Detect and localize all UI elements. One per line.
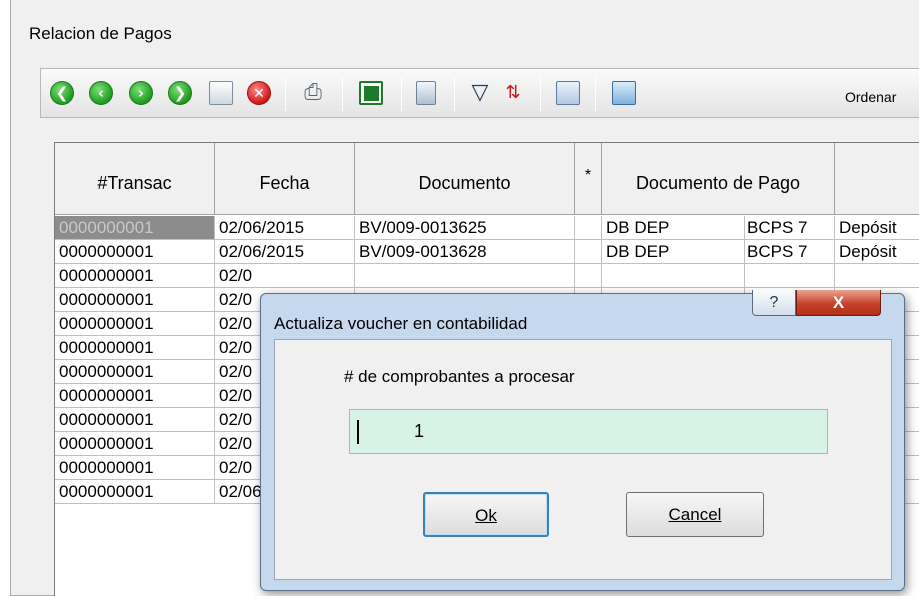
window-title: Relacion de Pagos <box>29 24 172 43</box>
cell-transac[interactable]: 0000000001 <box>55 432 215 456</box>
cell-transac[interactable]: 0000000001 <box>55 408 215 432</box>
comprobantes-input[interactable]: 1 <box>349 409 828 454</box>
cell-fecha[interactable]: 02/06/2015 <box>215 216 355 240</box>
ordenar-label[interactable]: Ordenar <box>845 89 896 105</box>
print-icon[interactable]: ⎙ <box>300 79 326 107</box>
new-document-icon[interactable] <box>209 81 233 105</box>
column-header-m[interactable]: M <box>835 143 919 215</box>
update-voucher-dialog: Actualiza voucher en contabilidad ? X # … <box>260 290 905 591</box>
toolbar-separator <box>401 77 402 111</box>
cell-doc-pago[interactable]: DB DEP <box>602 216 745 240</box>
toolbar-separator <box>454 77 455 111</box>
cell-medio[interactable]: Depósit <box>835 216 919 240</box>
cell-star[interactable] <box>575 216 602 240</box>
transfer-icon[interactable] <box>612 81 636 105</box>
cell-transac[interactable]: 0000000001 <box>55 216 215 240</box>
column-header-documento-de-pago[interactable]: Documento de Pago <box>602 143 835 215</box>
cell-transac[interactable]: 0000000001 <box>55 384 215 408</box>
close-button[interactable]: X <box>796 290 881 316</box>
sort-icon[interactable]: ⇅ <box>500 79 526 107</box>
table-row[interactable]: 0000000001 02/06/2015 BV/009-0013625 DB DEP… <box>55 216 919 240</box>
cell-documento[interactable]: BV/009-0013625 <box>355 216 575 240</box>
grid-header: #Transac Fecha Documento * Documento de … <box>55 143 919 215</box>
cell-transac[interactable]: 0000000001 <box>55 360 215 384</box>
cell-transac[interactable]: 0000000001 <box>55 264 215 288</box>
column-header-fecha[interactable]: Fecha <box>215 143 355 215</box>
cell-banco[interactable]: BCPS 7 <box>745 216 835 240</box>
cell-doc-pago[interactable]: DB DEP <box>602 240 745 264</box>
cell-fecha[interactable]: 02/0 <box>215 264 355 288</box>
cell-star[interactable] <box>575 240 602 264</box>
import-icon[interactable] <box>556 81 580 105</box>
toolbar: ❮ ‹ › ❯ ✕ ⎙ ▽ ⇅ Ordenar <box>40 68 919 118</box>
column-header-transac[interactable]: #Transac <box>55 143 215 215</box>
next-record-icon[interactable]: › <box>129 81 153 105</box>
previous-record-icon[interactable]: ‹ <box>89 81 113 105</box>
cell-fecha[interactable]: 02/06/2015 <box>215 240 355 264</box>
toolbar-separator <box>540 77 541 111</box>
toolbar-separator <box>285 77 286 111</box>
cell-documento[interactable]: BV/009-0013628 <box>355 240 575 264</box>
comprobantes-value: 1 <box>414 421 425 441</box>
ok-label: Ok <box>475 506 497 525</box>
cell-transac[interactable]: 0000000001 <box>55 288 215 312</box>
cell-transac[interactable]: 0000000001 <box>55 480 215 504</box>
cell-star[interactable] <box>575 264 602 288</box>
last-record-icon[interactable]: ❯ <box>168 81 192 105</box>
help-button[interactable]: ? <box>752 290 796 316</box>
cell-banco[interactable]: BCPS 7 <box>745 240 835 264</box>
toolbar-separator <box>595 77 596 111</box>
toolbar-separator <box>342 77 343 111</box>
cell-transac[interactable]: 0000000001 <box>55 240 215 264</box>
dialog-body: # de comprobantes a procesar 1 Ok Cancel <box>274 339 892 580</box>
cancel-button[interactable]: Cancel <box>626 492 764 537</box>
cell-medio[interactable]: Depósit <box>835 240 919 264</box>
cell-medio[interactable] <box>835 264 919 288</box>
calculator-icon[interactable] <box>416 81 436 105</box>
filter-icon[interactable]: ▽ <box>467 79 493 107</box>
ok-button[interactable]: Ok <box>423 492 549 537</box>
table-row[interactable]: 0000000001 02/0 <box>55 264 919 288</box>
delete-icon[interactable]: ✕ <box>247 81 271 105</box>
cell-banco[interactable] <box>745 264 835 288</box>
cell-documento[interactable] <box>355 264 575 288</box>
cell-transac[interactable]: 0000000001 <box>55 312 215 336</box>
cancel-label: Cancel <box>668 505 722 524</box>
excel-export-icon[interactable] <box>359 81 383 105</box>
comprobantes-label: # de comprobantes a procesar <box>344 367 575 386</box>
text-caret <box>357 420 359 444</box>
first-record-icon[interactable]: ❮ <box>50 81 74 105</box>
dialog-title: Actualiza voucher en contabilidad <box>274 314 528 333</box>
table-row[interactable]: 0000000001 02/06/2015 BV/009-0013628 DB DEP… <box>55 240 919 264</box>
column-header-star[interactable]: * <box>575 143 602 215</box>
column-header-documento[interactable]: Documento <box>355 143 575 215</box>
cell-doc-pago[interactable] <box>602 264 745 288</box>
cell-transac[interactable]: 0000000001 <box>55 456 215 480</box>
cell-transac[interactable]: 0000000001 <box>55 336 215 360</box>
